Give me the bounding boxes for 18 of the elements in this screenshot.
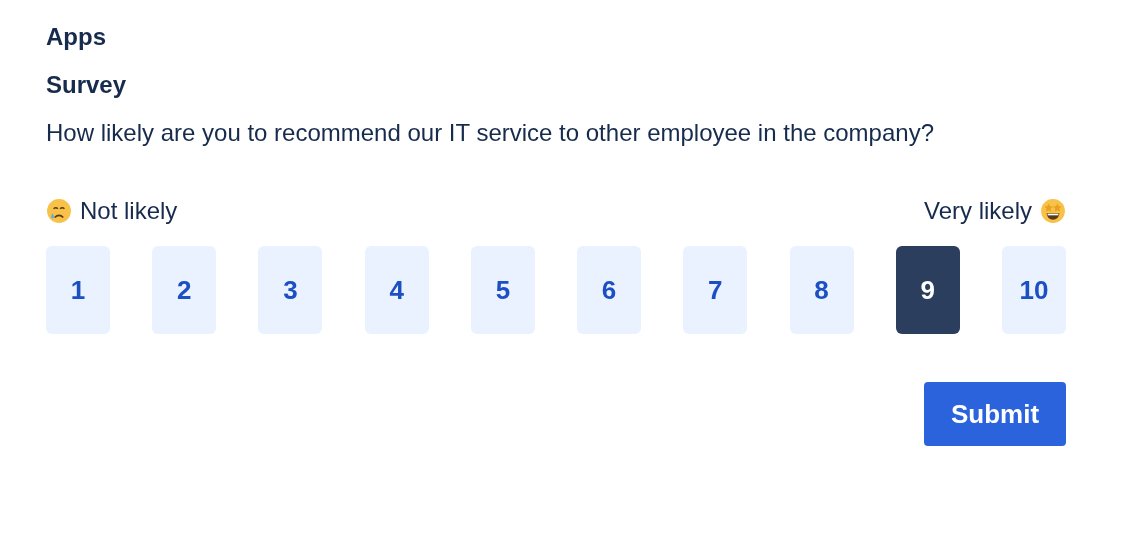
rating-option[interactable]: 2: [152, 246, 217, 334]
rating-option[interactable]: 8: [789, 246, 854, 334]
survey-title: Survey: [46, 70, 128, 100]
app-title: Apps: [46, 22, 107, 52]
rating-option[interactable]: 4: [364, 246, 429, 334]
rating-option[interactable]: 10: [1001, 246, 1066, 334]
rating-option[interactable]: 3: [258, 246, 323, 334]
crying-face-icon: [46, 198, 72, 224]
star-eyes-face-icon: [1040, 198, 1066, 224]
survey-question: How likely are you to recommend our IT service to other employee in the company?: [46, 118, 935, 148]
submit-button[interactable]: Submit: [924, 382, 1066, 446]
rating-option[interactable]: 5: [470, 246, 535, 334]
rating-option[interactable]: 7: [683, 246, 748, 334]
low-label: Not likely: [80, 196, 178, 226]
high-label: Very likely: [923, 196, 1032, 226]
rating-option[interactable]: 9: [895, 246, 960, 334]
rating-option[interactable]: 1: [46, 246, 110, 334]
rating-option[interactable]: 6: [577, 246, 642, 334]
